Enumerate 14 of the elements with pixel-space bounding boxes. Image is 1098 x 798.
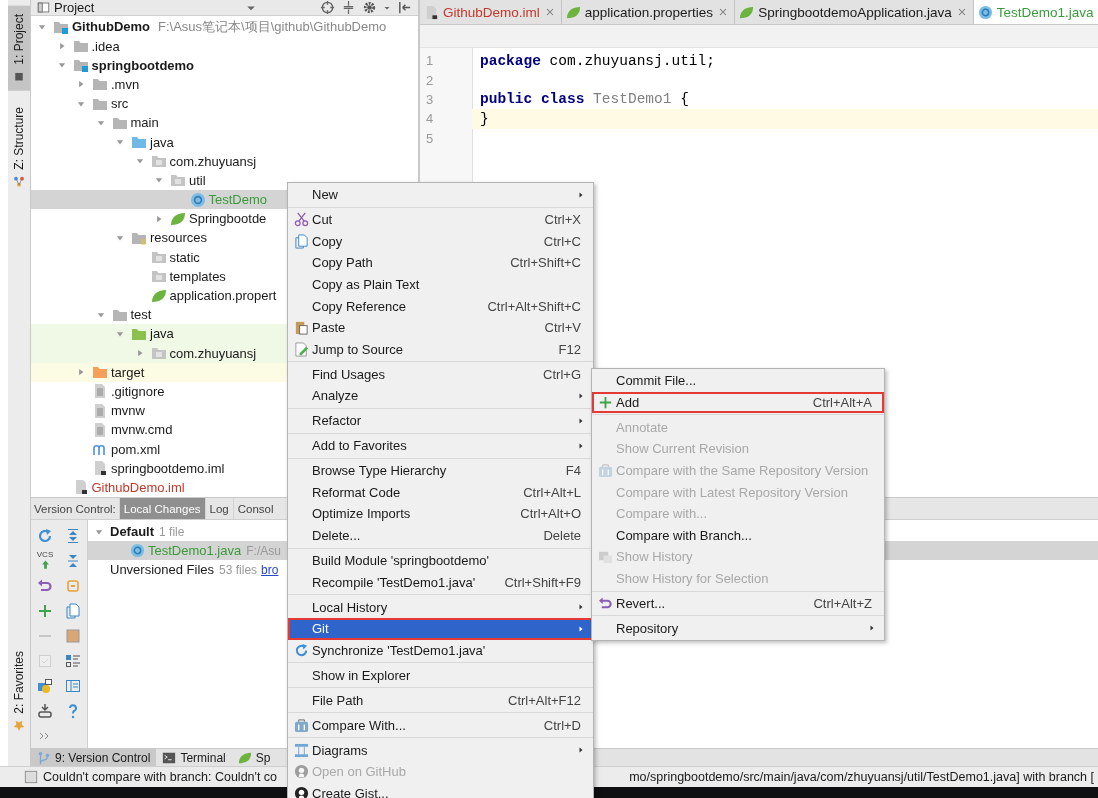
line-number: 4 bbox=[425, 111, 435, 127]
line-number: 1 bbox=[425, 53, 435, 69]
file-count: 1 file bbox=[159, 524, 185, 539]
line-number: 5 bbox=[425, 130, 435, 146]
panel-label: Version Control: bbox=[33, 501, 117, 517]
file-count: 53 files bbox=[219, 562, 258, 577]
code-line: public class TestDemo1 { bbox=[479, 90, 690, 110]
status-message: mo/springbootdemo/src/main/java/com/zhuyuansj/util/TestDemo1.java] with branch [ bbox=[629, 770, 1094, 784]
module-path: F:\Asus笔记本\项目\github\GithubDemo bbox=[158, 17, 387, 36]
line-number: 2 bbox=[425, 72, 435, 88]
line-number: 3 bbox=[425, 91, 435, 107]
code-line: package com.zhuyuansj.util; bbox=[479, 51, 716, 71]
file-path: F:/Asu bbox=[246, 543, 281, 558]
status-message: Couldn't compare with branch: Couldn't co bbox=[43, 770, 278, 784]
